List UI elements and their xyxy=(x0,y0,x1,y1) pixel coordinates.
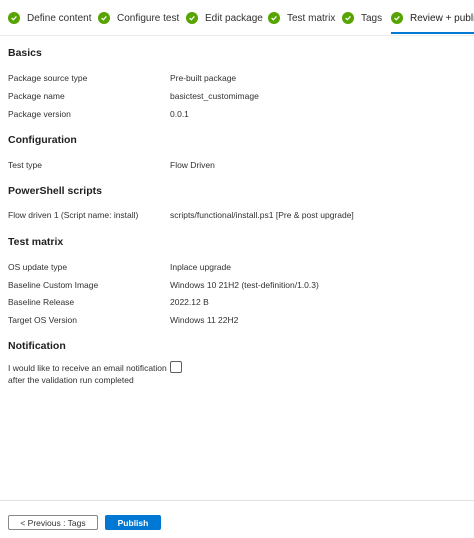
field-label: Test type xyxy=(8,160,43,170)
field-value: Inplace upgrade xyxy=(170,262,231,272)
field-value: basictest_customimage xyxy=(170,91,259,101)
field-label: Package source type xyxy=(8,73,88,83)
section-title-powershell: PowerShell scripts xyxy=(8,185,102,197)
field-value: scripts/functional/install.ps1 [Pre & po… xyxy=(170,210,354,220)
field-value: Pre-built package xyxy=(170,73,237,83)
field-value: Windows 11 22H2 xyxy=(170,315,239,325)
section-title-test-matrix: Test matrix xyxy=(8,236,64,248)
section-title-notification: Notification xyxy=(8,340,66,352)
email-notification-label: I would like to receive an email notific… xyxy=(8,363,167,385)
field-value: 2022.12 B xyxy=(170,297,209,307)
tab-test-matrix[interactable]: Test matrix xyxy=(268,0,336,35)
tab-review-publish[interactable]: Review + publish xyxy=(391,0,474,35)
field-label: Package name xyxy=(8,91,65,101)
field-label: Baseline Release xyxy=(8,297,75,307)
check-circle-icon xyxy=(8,12,20,24)
section-title-configuration: Configuration xyxy=(8,134,77,146)
tab-label: Test matrix xyxy=(287,12,336,24)
tab-label: Edit package xyxy=(205,12,263,24)
tab-label: Define content xyxy=(27,12,92,24)
field-label: Package version xyxy=(8,109,71,119)
field-label: OS update type xyxy=(8,262,68,272)
field-label: Target OS Version xyxy=(8,315,77,325)
publish-button[interactable]: Publish xyxy=(105,515,161,530)
email-notification-checkbox[interactable] xyxy=(170,361,182,373)
tab-define-content[interactable]: Define content xyxy=(8,0,92,35)
tab-tags[interactable]: Tags xyxy=(342,0,383,35)
wizard-steps: Define content Configure test Edit packa… xyxy=(0,0,474,36)
field-value: Windows 10 21H2 (test-definition/1.0.3) xyxy=(170,280,319,290)
check-circle-icon xyxy=(186,12,198,24)
field-value: Flow Driven xyxy=(170,160,215,170)
check-circle-icon xyxy=(391,12,403,24)
tab-label: Review + publish xyxy=(410,12,474,24)
check-circle-icon xyxy=(342,12,354,24)
field-value: 0.0.1 xyxy=(170,109,189,119)
field-label: Baseline Custom Image xyxy=(8,280,99,290)
check-circle-icon xyxy=(268,12,280,24)
tab-label: Tags xyxy=(361,12,383,24)
tab-configure-test[interactable]: Configure test xyxy=(98,0,180,35)
tab-label: Configure test xyxy=(117,12,180,24)
field-label: Flow driven 1 (Script name: install) xyxy=(8,210,139,220)
check-circle-icon xyxy=(98,12,110,24)
previous-button[interactable]: < Previous : Tags xyxy=(8,515,98,530)
section-title-basics: Basics xyxy=(8,47,42,59)
tab-edit-package[interactable]: Edit package xyxy=(186,0,263,35)
